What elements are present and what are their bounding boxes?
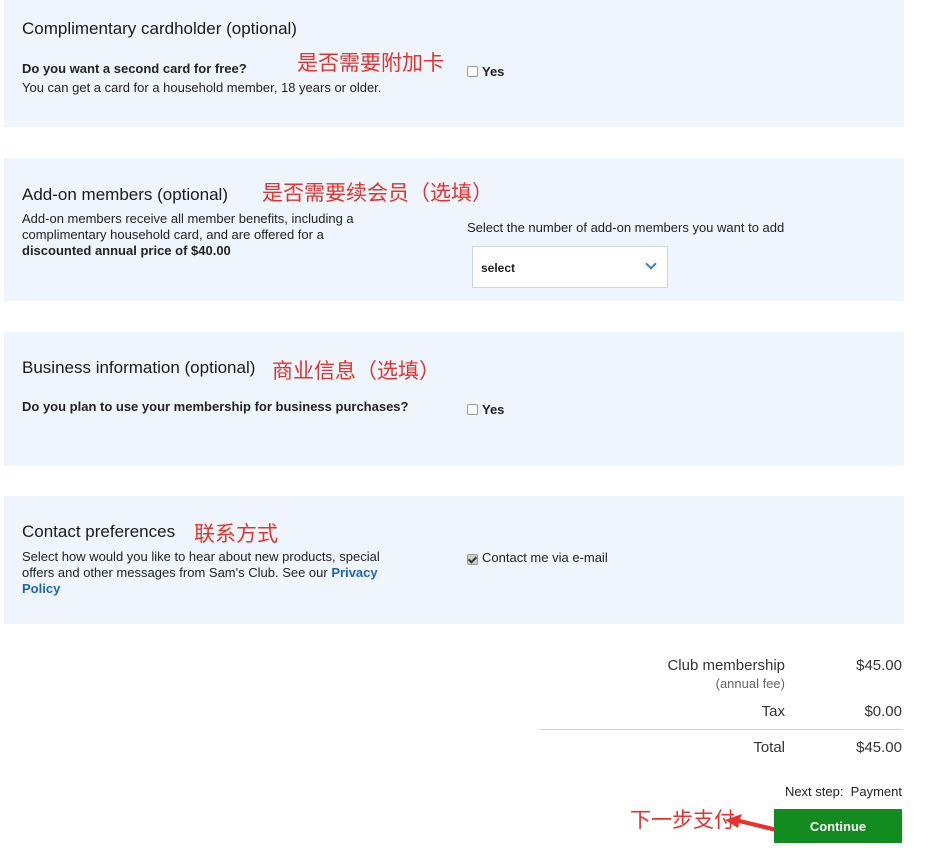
addon-count-select[interactable]: select xyxy=(472,246,668,288)
chevron-down-icon xyxy=(645,258,657,270)
addon-desc-line1: Add-on members receive all member benefi… xyxy=(22,211,354,226)
business-checkbox[interactable] xyxy=(467,404,478,415)
cardholder-annotation: 是否需要附加卡 xyxy=(297,51,444,75)
business-title: Business information (optional) xyxy=(22,358,256,377)
addon-panel: Add-on members (optional) 是否需要续会员（选填） Ad… xyxy=(4,158,904,301)
business-yes-label[interactable]: Yes xyxy=(482,402,504,417)
business-question: Do you plan to use your membership for b… xyxy=(22,399,409,414)
privacy-policy-link-part2[interactable]: Policy xyxy=(22,581,60,596)
addon-title: Add-on members (optional) xyxy=(22,185,228,204)
business-annotation: 商业信息（选填） xyxy=(272,359,440,383)
contact-title: Contact preferences xyxy=(22,522,176,541)
cardholder-title: Complimentary cardholder (optional) xyxy=(22,19,297,38)
continue-button[interactable]: Continue xyxy=(774,809,902,843)
addon-select-prompt: Select the number of add-on members you … xyxy=(467,220,785,235)
second-card-yes-label[interactable]: Yes xyxy=(482,64,504,79)
contact-email-checkbox[interactable] xyxy=(467,554,478,565)
tax-amount: $0.00 xyxy=(864,703,902,720)
addon-annotation: 是否需要续会员（选填） xyxy=(262,181,493,205)
addon-description: Add-on members receive all member benefi… xyxy=(22,211,422,259)
second-card-question: Do you want a second card for free? xyxy=(22,61,247,76)
summary-divider xyxy=(539,729,903,730)
privacy-policy-link-part1[interactable]: Privacy xyxy=(331,565,377,580)
next-step-label: Next step: Payment xyxy=(784,784,902,799)
membership-amount: $45.00 xyxy=(856,657,902,674)
addon-select-value: select xyxy=(481,261,516,275)
addon-desc-bold: discounted annual price of $40.00 xyxy=(22,243,231,258)
business-panel: Business information (optional) 商业信息（选填）… xyxy=(4,332,904,466)
total-label: Total xyxy=(753,739,785,756)
second-card-checkbox[interactable] xyxy=(467,66,478,77)
membership-sub-label: (annual fee) xyxy=(715,676,785,691)
second-card-description: You can get a card for a household membe… xyxy=(22,80,382,95)
addon-desc-line2: complimentary household card, and are of… xyxy=(22,227,324,242)
tax-label: Tax xyxy=(761,703,785,720)
membership-label: Club membership xyxy=(667,657,785,674)
contact-email-label[interactable]: Contact me via e-mail xyxy=(482,550,608,565)
contact-annotation: 联系方式 xyxy=(194,522,278,546)
contact-desc-line1: Select how would you like to hear about … xyxy=(22,549,380,564)
contact-desc-line2: offers and other messages from Sam's Clu… xyxy=(22,565,378,580)
contact-panel: Contact preferences 联系方式 Select how woul… xyxy=(4,496,904,624)
cardholder-panel: Complimentary cardholder (optional) 是否需要… xyxy=(4,0,904,127)
total-amount: $45.00 xyxy=(856,739,902,756)
contact-description: Select how would you like to hear about … xyxy=(22,549,442,597)
